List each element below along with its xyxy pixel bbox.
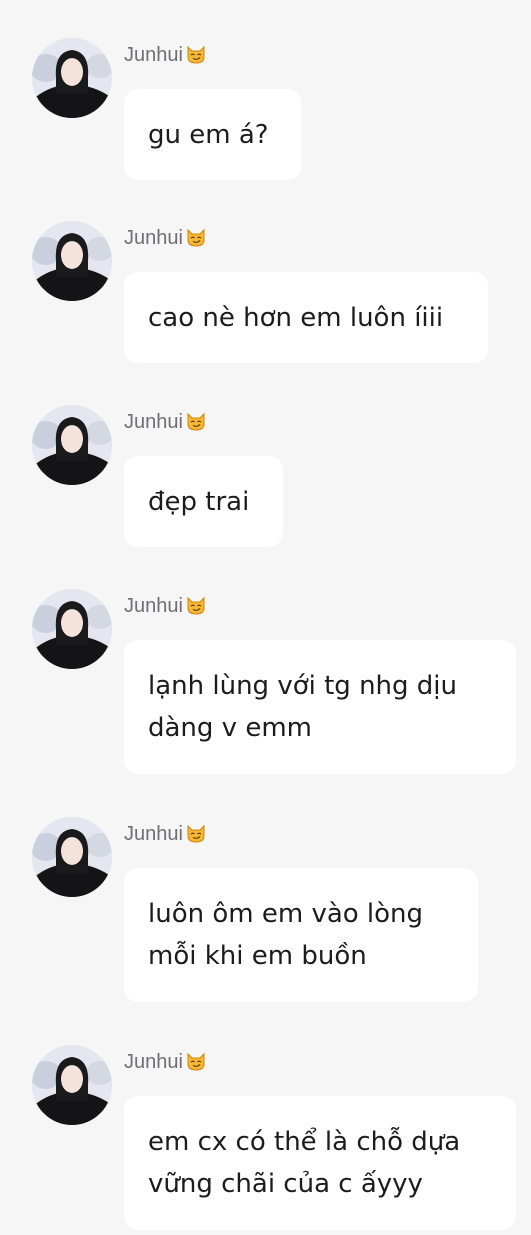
message-bubble[interactable]: luôn ôm em vào lòng mỗi khi em buồn bbox=[124, 868, 478, 1002]
message-text: cao nè hơn em luôn íiii bbox=[148, 303, 444, 333]
avatar-image-icon bbox=[32, 221, 112, 301]
sender-name: Junhui bbox=[124, 225, 207, 251]
message-text: đẹp trai bbox=[148, 487, 250, 517]
avatar-image-icon bbox=[32, 38, 112, 118]
message-text: em cx có thể là chỗ dựa vững chãi của c … bbox=[148, 1127, 461, 1199]
message-bubble[interactable]: đẹp trai bbox=[124, 456, 283, 547]
sender-name: Junhui bbox=[124, 409, 207, 435]
avatar[interactable] bbox=[32, 38, 112, 118]
avatar[interactable] bbox=[32, 405, 112, 485]
sender-name: Junhui bbox=[124, 821, 207, 847]
message-text: luôn ôm em vào lòng mỗi khi em buồn bbox=[148, 899, 424, 971]
message-text: gu em á? bbox=[148, 120, 269, 150]
message-bubble[interactable]: em cx có thể là chỗ dựa vững chãi của c … bbox=[124, 1096, 516, 1230]
avatar[interactable] bbox=[32, 589, 112, 669]
avatar[interactable] bbox=[32, 1045, 112, 1125]
message-text: lạnh lùng với tg nhg dịu dàng v emm bbox=[148, 671, 458, 743]
avatar-image-icon bbox=[32, 817, 112, 897]
smirking-cat-emoji-icon bbox=[187, 824, 205, 843]
message-bubble[interactable]: cao nè hơn em luôn íiii bbox=[124, 272, 488, 363]
message-bubble[interactable]: lạnh lùng với tg nhg dịu dàng v emm bbox=[124, 640, 516, 774]
smirking-cat-emoji-icon bbox=[187, 45, 205, 64]
sender-name: Junhui bbox=[124, 1049, 207, 1075]
smirking-cat-emoji-icon bbox=[187, 412, 205, 431]
avatar-image-icon bbox=[32, 405, 112, 485]
message-bubble[interactable]: gu em á? bbox=[124, 89, 301, 180]
avatar[interactable] bbox=[32, 221, 112, 301]
smirking-cat-emoji-icon bbox=[187, 596, 205, 615]
smirking-cat-emoji-icon bbox=[187, 228, 205, 247]
avatar[interactable] bbox=[32, 817, 112, 897]
sender-name: Junhui bbox=[124, 42, 207, 68]
avatar-image-icon bbox=[32, 1045, 112, 1125]
smirking-cat-emoji-icon bbox=[187, 1052, 205, 1071]
sender-name: Junhui bbox=[124, 593, 207, 619]
avatar-image-icon bbox=[32, 589, 112, 669]
